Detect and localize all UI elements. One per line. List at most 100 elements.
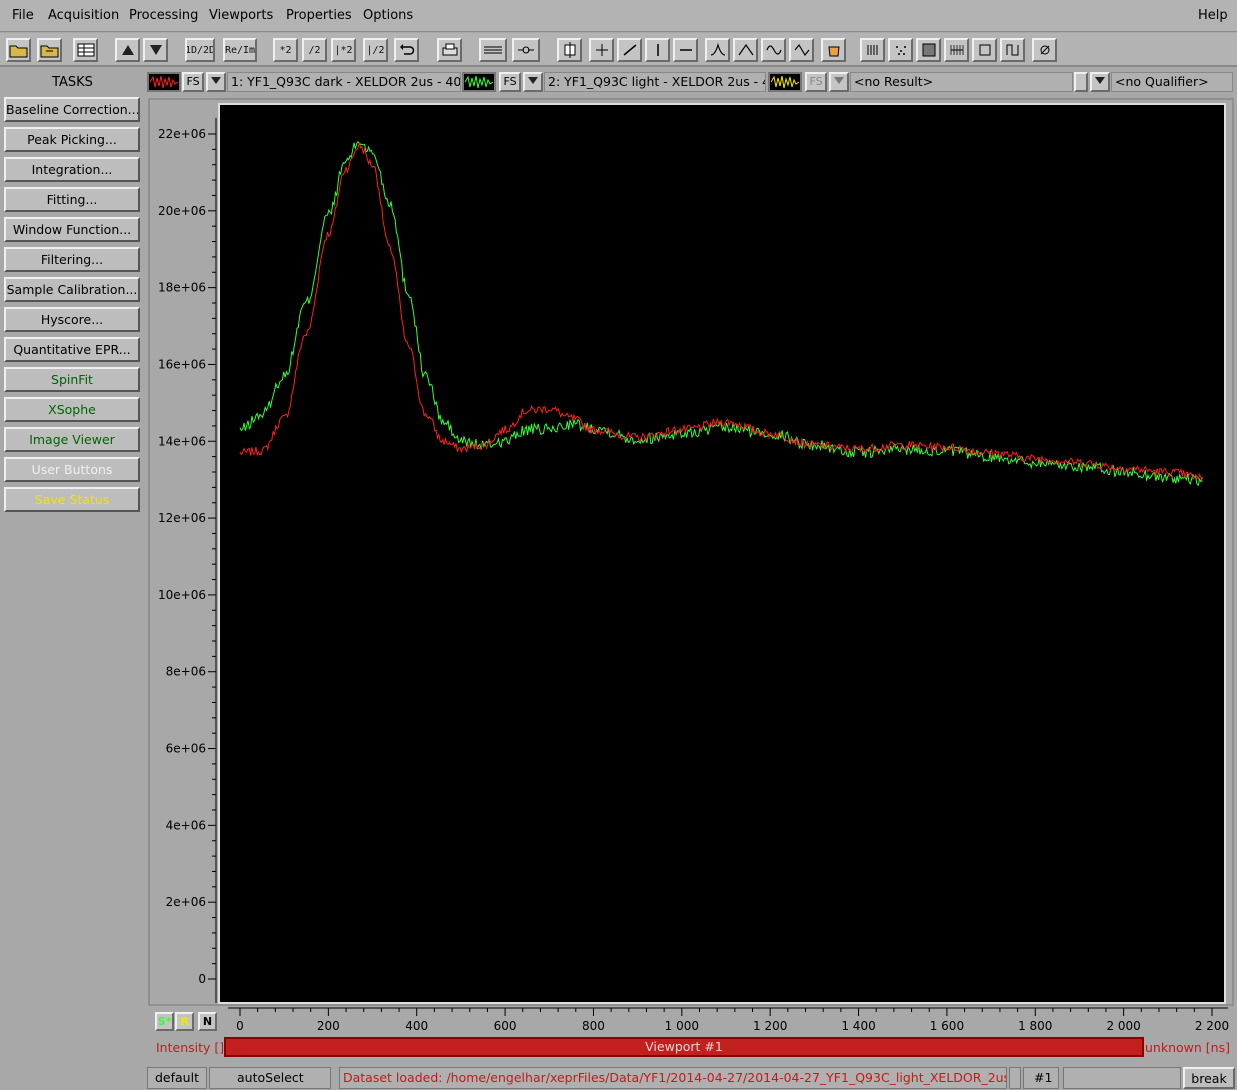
marker-icon[interactable] xyxy=(557,38,582,62)
menu-help[interactable]: Help xyxy=(1198,8,1228,23)
y-tick-label: 2e+06 xyxy=(166,895,206,909)
dots-plot-icon[interactable] xyxy=(888,38,913,62)
y-tick-label: 22e+06 xyxy=(158,127,206,141)
tasks-panel: TASKS Baseline Correction... Peak Picking… xyxy=(0,69,145,1090)
derivative-icon[interactable] xyxy=(789,38,814,62)
task-button-hyscore[interactable]: Hyscore... xyxy=(4,307,140,332)
peak-icon[interactable] xyxy=(705,38,730,62)
plot-frame: 22e+06 20e+06 18e+06 16e+06 14e+06 12e+06 10e+… xyxy=(148,98,1234,1033)
status-message: Dataset loaded: /home/engelhar/xeprFiles… xyxy=(339,1067,1007,1089)
open-folder-icon[interactable] xyxy=(6,38,31,62)
result-dropdown-icon[interactable] xyxy=(829,72,849,92)
r-button[interactable]: R xyxy=(175,1012,194,1031)
menu-options[interactable]: Options xyxy=(363,8,413,23)
task-button-save-status[interactable]: Save Status xyxy=(4,487,140,512)
secondary-dataset-label[interactable]: 2: YF1_Q93C light - XELDOR 2us - 40 xyxy=(544,72,766,92)
qualifier-dropdown-icon[interactable] xyxy=(1090,72,1110,92)
plot-canvas[interactable] xyxy=(218,103,1226,1004)
secondary-trace-icon[interactable] xyxy=(462,72,496,92)
tasks-title: TASKS xyxy=(52,75,93,90)
x-tick-label: 1 800 xyxy=(1018,1019,1052,1033)
triangle-peak-icon[interactable] xyxy=(733,38,758,62)
task-button-spinfit[interactable]: SpinFit xyxy=(4,367,140,392)
arrow-up-icon[interactable] xyxy=(115,38,140,62)
task-button-peak-picking[interactable]: Peak Picking... xyxy=(4,127,140,152)
qualifier-label[interactable]: <no Qualifier> xyxy=(1111,72,1233,92)
n-button[interactable]: N xyxy=(198,1012,217,1031)
x-tick-label: 1 400 xyxy=(841,1019,875,1033)
plot-svg[interactable]: 22e+06 20e+06 18e+06 16e+06 14e+06 12e+06 10e+… xyxy=(148,98,1234,1038)
primary-dataset-label[interactable]: 1: YF1_Q93C dark - XELDOR 2us - 40K xyxy=(227,72,461,92)
vertical-line-icon[interactable] xyxy=(645,38,670,62)
stack-plot-icon[interactable] xyxy=(944,38,969,62)
x-tick-label: 400 xyxy=(405,1019,428,1033)
task-button-quantitative-epr[interactable]: Quantitative EPR... xyxy=(4,337,140,362)
menu-viewports[interactable]: Viewports xyxy=(209,8,273,23)
task-button-user-buttons[interactable]: User Buttons xyxy=(4,457,140,482)
viewport-bar[interactable]: Viewport #1 xyxy=(224,1037,1144,1057)
break-button[interactable]: break xyxy=(1183,1067,1235,1089)
x-tick-label: 2 200 xyxy=(1195,1019,1229,1033)
x-tick-label: 800 xyxy=(582,1019,605,1033)
result-fs-button[interactable]: FS xyxy=(805,72,827,92)
save-folder-icon[interactable] xyxy=(37,38,62,62)
menu-bar: File Acquisition Processing Viewports Pr… xyxy=(0,0,1237,32)
x-tick-label: 2 000 xyxy=(1106,1019,1140,1033)
square-icon[interactable] xyxy=(972,38,997,62)
scale-down-button[interactable]: /2 xyxy=(302,38,327,62)
y-tick-label: 6e+06 xyxy=(166,742,206,756)
primary-trace-icon[interactable] xyxy=(147,72,181,92)
y-tick-label: 12e+06 xyxy=(158,511,206,525)
viewport-row: Intensity [] Viewport #1 unknown [ns] xyxy=(148,1036,1237,1058)
scale-int-up-button[interactable]: |*2 xyxy=(331,38,356,62)
arrow-down-icon[interactable] xyxy=(143,38,168,62)
scale-up-button[interactable]: *2 xyxy=(273,38,298,62)
scale-int-down-button[interactable]: |/2 xyxy=(363,38,388,62)
task-button-window-function[interactable]: Window Function... xyxy=(4,217,140,242)
secondary-dropdown-icon[interactable] xyxy=(523,72,543,92)
menu-processing[interactable]: Processing xyxy=(129,8,198,23)
status-empty xyxy=(1063,1067,1181,1089)
task-button-sample-calibration[interactable]: Sample Calibration... xyxy=(4,277,140,302)
slope-line-icon[interactable] xyxy=(617,38,642,62)
task-button-filtering[interactable]: Filtering... xyxy=(4,247,140,272)
result-label[interactable]: <no Result> xyxy=(850,72,1073,92)
undo-icon[interactable] xyxy=(394,38,419,62)
mode-field[interactable]: autoSelect xyxy=(209,1067,331,1089)
step-icon[interactable] xyxy=(1000,38,1025,62)
crosshair-icon[interactable] xyxy=(589,38,614,62)
secondary-fs-button[interactable]: FS xyxy=(499,72,521,92)
menu-acquisition[interactable]: Acquisition xyxy=(48,8,119,23)
re-im-button[interactable]: Re/Im xyxy=(223,38,257,62)
task-button-fitting[interactable]: Fitting... xyxy=(4,187,140,212)
s-star-button[interactable]: S* xyxy=(155,1012,174,1031)
dim-toggle-button[interactable]: 1D/2D xyxy=(185,38,215,62)
baseline-icon[interactable] xyxy=(479,38,507,62)
x-tick-label: 200 xyxy=(317,1019,340,1033)
bucket-icon[interactable] xyxy=(821,38,846,62)
dataset-table-icon[interactable] xyxy=(73,38,98,62)
primary-dropdown-icon[interactable] xyxy=(206,72,226,92)
x-tick-label: 1 200 xyxy=(753,1019,787,1033)
result-trace-icon[interactable] xyxy=(768,72,802,92)
menu-properties[interactable]: Properties xyxy=(286,8,352,23)
phase-icon[interactable] xyxy=(1032,38,1057,62)
stick-plot-icon[interactable] xyxy=(860,38,885,62)
task-button-image-viewer[interactable]: Image Viewer xyxy=(4,427,140,452)
density-plot-icon[interactable] xyxy=(916,38,941,62)
menu-file[interactable]: File xyxy=(12,8,34,23)
horizontal-line-icon[interactable] xyxy=(673,38,698,62)
task-button-xsophe[interactable]: XSophe xyxy=(4,397,140,422)
status-spacer xyxy=(1009,1067,1021,1089)
primary-fs-button[interactable]: FS xyxy=(182,72,204,92)
viewport-number: #1 xyxy=(1023,1067,1059,1089)
print-icon[interactable] xyxy=(437,38,462,62)
compare-icon[interactable] xyxy=(512,38,540,62)
layout-field[interactable]: default xyxy=(147,1067,207,1089)
x-tick-label: 1 000 xyxy=(665,1019,699,1033)
status-bar: default autoSelect Dataset loaded: /home… xyxy=(145,1064,1237,1090)
wave-icon[interactable] xyxy=(761,38,786,62)
x-tick-label: 1 600 xyxy=(930,1019,964,1033)
task-button-baseline-correction[interactable]: Baseline Correction... xyxy=(4,97,140,122)
task-button-integration[interactable]: Integration... xyxy=(4,157,140,182)
